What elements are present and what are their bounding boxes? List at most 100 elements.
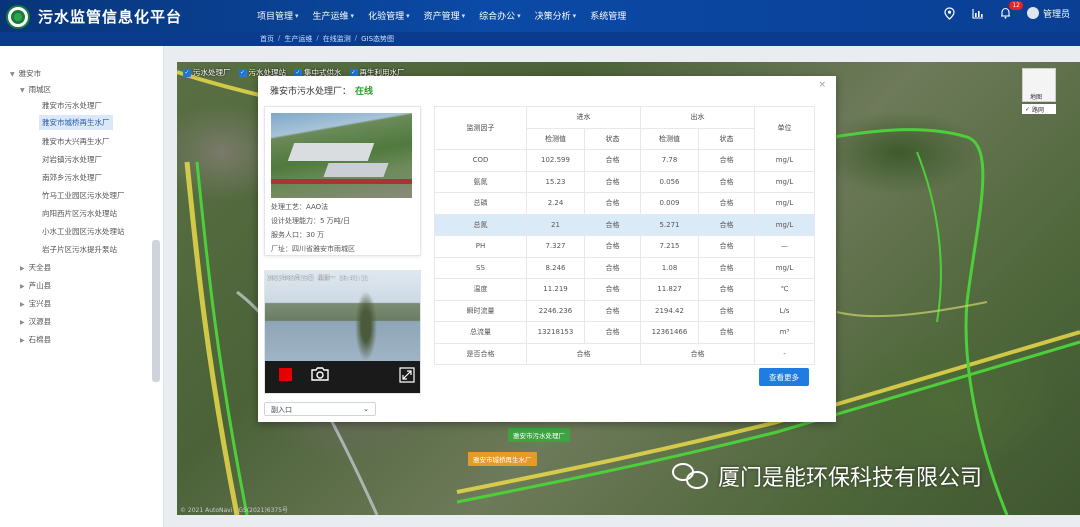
breadcrumb-home[interactable]: 首页: [260, 34, 274, 44]
table-cell: 1.08: [640, 256, 699, 279]
table-cell: 102.599: [526, 149, 585, 172]
tree-plant-1[interactable]: 雅安市城桥再生水厂: [39, 115, 113, 130]
table-row[interactable]: 瞬时流量 2246.236 合格 2194.42 合格 L/s: [434, 299, 815, 322]
table-cell: 12361466: [640, 321, 699, 344]
camera-select[interactable]: 副入口 ⌄: [264, 402, 376, 416]
overall-label: 是否合格: [434, 342, 527, 365]
table-cell: 13218153: [526, 321, 585, 344]
table-cell: 合格: [584, 149, 641, 172]
tree-plant-2[interactable]: 雅安市大兴再生水厂: [42, 136, 110, 147]
tree-district[interactable]: ▼ 雨城区: [20, 84, 51, 95]
table-cell: 5.271: [640, 213, 699, 236]
overall-outlet: 合格: [640, 342, 755, 365]
chevron-down-icon: ⌄: [363, 405, 369, 413]
chart-icon[interactable]: [971, 6, 985, 20]
chevron-down-icon: ▼: [10, 71, 15, 78]
nav-system[interactable]: 系统管理: [583, 9, 635, 22]
table-cell: —: [754, 235, 815, 258]
map-marker-sewage-plant[interactable]: 雅安市污水处理厂: [508, 428, 570, 442]
table-row[interactable]: 总磷 2.24 合格 0.009 合格 mg/L: [434, 192, 815, 215]
chevron-down-icon: ▼: [20, 87, 25, 94]
table-row[interactable]: COD 102.599 合格 7.78 合格 mg/L: [434, 149, 815, 172]
table-cell: 合格: [584, 235, 641, 258]
nav-decision[interactable]: 决策分析: [528, 9, 584, 22]
road-toggle[interactable]: ✓ 路网: [1022, 104, 1056, 114]
header-unit: 单位: [754, 106, 815, 150]
breadcrumb-monitoring[interactable]: 在线监测: [323, 34, 351, 44]
notification-badge: 12: [1009, 1, 1023, 10]
chevron-right-icon: ▶: [20, 283, 25, 290]
monitoring-table: 监测因子 进水 出水 单位 检测值 状态 检测值 状态 COD 102.599 合格…: [434, 106, 815, 365]
close-icon[interactable]: ×: [818, 80, 826, 90]
location-icon[interactable]: [943, 6, 957, 20]
table-cell: 总氮: [434, 213, 527, 236]
table-row[interactable]: 总氮 21 合格 5.271 合格 mg/L: [434, 213, 815, 236]
tree-plant-4[interactable]: 南郊乡污水处理厂: [42, 172, 102, 183]
chevron-right-icon: ▶: [20, 337, 25, 344]
view-more-button[interactable]: 查看更多: [759, 368, 809, 386]
table-cell: 0.009: [640, 192, 699, 215]
table-cell: 合格: [584, 299, 641, 322]
table-row[interactable]: 总流量 13218153 合格 12361466 合格 m³: [434, 321, 815, 344]
tree-county-0[interactable]: ▶ 天全县: [20, 262, 51, 273]
nav-lab[interactable]: 化验管理: [361, 9, 417, 22]
table-cell: mg/L: [754, 213, 815, 236]
table-cell: PH: [434, 235, 527, 258]
tree-county-2[interactable]: ▶ 宝兴县: [20, 298, 51, 309]
camera-icon[interactable]: [311, 367, 329, 381]
video-timestamp: 2021年03月15日 星期一 16:41:11: [267, 275, 369, 282]
table-cell: 合格: [584, 213, 641, 236]
logo-icon: [6, 5, 30, 29]
header-inlet: 进水: [526, 106, 641, 129]
table-cell: 2246.236: [526, 299, 585, 322]
breadcrumb: 首页 / 生产运维 / 在线监测 / GIS态势图: [260, 34, 395, 44]
map-marker-reclaimed-plant[interactable]: 雅安市城桥再生水厂: [468, 452, 537, 466]
table-row[interactable]: 温度 11.219 合格 11.827 合格 ℃: [434, 278, 815, 301]
nav-office[interactable]: 综合办公: [472, 9, 528, 22]
table-row[interactable]: 氨氮 15.23 合格 0.056 合格 mg/L: [434, 170, 815, 193]
table-cell: 8.246: [526, 256, 585, 279]
plant-capacity: 设计处理能力：5 万吨/日: [271, 217, 351, 225]
table-row[interactable]: SS 8.246 合格 1.08 合格 mg/L: [434, 256, 815, 279]
admin-label[interactable]: 管理员: [1043, 7, 1070, 20]
header-inlet-value: 检测值: [526, 127, 585, 150]
nav-project[interactable]: 项目管理: [250, 9, 306, 22]
bell-icon[interactable]: 12: [999, 1, 1023, 20]
plant-detail-popup: 雅安市污水处理厂： 在线 × 处理工艺：AAO法 设计处理能力：5 万吨/日 服务…: [258, 76, 836, 422]
breadcrumb-operations[interactable]: 生产运维: [284, 34, 312, 44]
header-outlet: 出水: [640, 106, 755, 129]
table-row[interactable]: PH 7.327 合格 7.215 合格 —: [434, 235, 815, 258]
tree-root[interactable]: ▼ 雅安市: [10, 68, 41, 79]
sidebar-scrollbar[interactable]: [152, 240, 160, 382]
tree-plant-0[interactable]: 雅安市污水处理厂: [42, 100, 102, 111]
overall-row: 是否合格 合格 合格 -: [434, 342, 815, 365]
avatar[interactable]: [1026, 7, 1039, 19]
tree-county-4[interactable]: ▶ 石棉县: [20, 334, 51, 345]
table-cell: 7.327: [526, 235, 585, 258]
plant-population: 服务人口：30 万: [271, 231, 325, 239]
nav-operations[interactable]: 生产运维: [306, 9, 362, 22]
layer-sewage-plant[interactable]: ✓ 污水处理厂: [183, 67, 231, 78]
record-button[interactable]: [279, 368, 292, 381]
plant-info-card: 处理工艺：AAO法 设计处理能力：5 万吨/日 服务人口：30 万 厂址：四川省…: [264, 106, 421, 256]
video-player[interactable]: 2021年03月15日 星期一 16:41:11: [264, 270, 421, 394]
checkbox-checked-icon: ✓: [238, 68, 247, 77]
tree-plant-6[interactable]: 向阳西片区污水处理站: [42, 208, 117, 219]
tree-county-3[interactable]: ▶ 汉源县: [20, 316, 51, 327]
table-cell: 7.78: [640, 149, 699, 172]
table-cell: 合格: [698, 170, 755, 193]
tree-plant-7[interactable]: 小水工业园区污水处理站: [42, 226, 125, 237]
overall-inlet: 合格: [526, 342, 641, 365]
breadcrumb-bar: 首页 / 生产运维 / 在线监测 / GIS态势图: [0, 32, 1080, 46]
tree-plant-5[interactable]: 竹马工业园区污水处理厂: [42, 190, 125, 201]
tree-county-1[interactable]: ▶ 芦山县: [20, 280, 51, 291]
tree-plant-8[interactable]: 岩子片区污水提升泵站: [42, 244, 117, 255]
table-cell: 合格: [584, 256, 641, 279]
fullscreen-icon[interactable]: [399, 367, 415, 383]
chevron-right-icon: ▶: [20, 265, 25, 272]
plant-photo: [271, 113, 412, 198]
nav-assets[interactable]: 资产管理: [417, 9, 473, 22]
tree-plant-3[interactable]: 对岩镇污水处理厂: [42, 154, 102, 165]
sidebar-tree: ▼ 雅安市 ▼ 雨城区 雅安市污水处理厂 雅安市城桥再生水厂 雅安市大兴再生水厂 对…: [0, 46, 164, 527]
online-status: 在线: [355, 87, 374, 97]
